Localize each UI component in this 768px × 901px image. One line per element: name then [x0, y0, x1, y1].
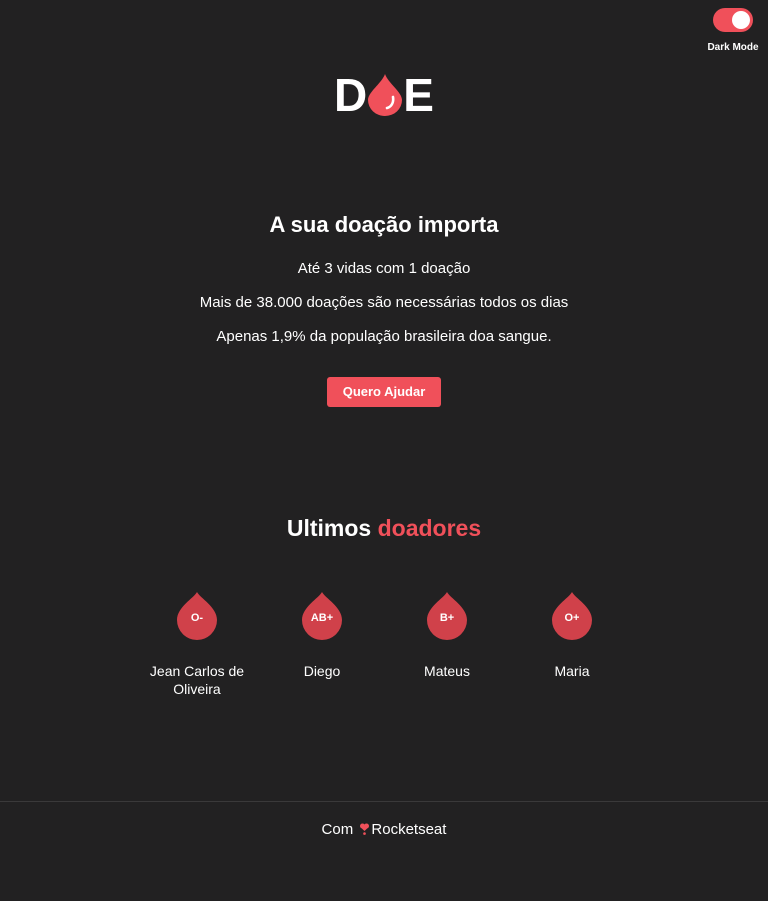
blood-drop-badge: B+ [426, 590, 468, 642]
dark-mode-label: Dark Mode [707, 42, 759, 53]
dark-mode-toggle-group: Dark Mode [707, 8, 759, 53]
footer-credit: Com Rocketseat [0, 821, 768, 839]
blood-type-label: O- [190, 612, 204, 624]
heart-icon [360, 823, 370, 835]
dark-mode-toggle[interactable] [713, 8, 753, 32]
donor-name: Maria [554, 663, 590, 679]
donor-name: Jean Carlos de Oliveira [149, 663, 245, 697]
donors-title: Ultimos doadores [0, 513, 768, 543]
quero-ajudar-button[interactable]: Quero Ajudar [326, 377, 442, 407]
donor-card: O- Jean Carlos de Oliveira [142, 590, 252, 698]
hero-line-population: Apenas 1,9% da população brasileira doa … [216, 328, 552, 345]
donors-list: O- Jean Carlos de Oliveira AB+ Diego B+ … [0, 590, 768, 710]
donor-name: Mateus [424, 663, 470, 679]
blood-type-label: AB+ [310, 612, 334, 624]
blood-drop-icon [368, 74, 403, 116]
blood-drop-badge: O- [176, 590, 218, 642]
hero-line-donations-needed: Mais de 38.000 doações são necessárias t… [199, 294, 569, 311]
logo-letter-d: D [334, 69, 368, 121]
toggle-knob [732, 11, 750, 29]
donors-title-accent: doadores [377, 515, 482, 541]
blood-drop-badge: O+ [551, 590, 593, 642]
hero-line-lives: Até 3 vidas com 1 doação [297, 260, 471, 277]
donors-title-main: Ultimos [286, 515, 372, 541]
hero-title: A sua doação importa [269, 212, 499, 237]
donor-name: Diego [303, 663, 341, 679]
logo-letter-e: E [403, 69, 434, 121]
donor-card: B+ Mateus [392, 590, 502, 680]
footer-prefix: Com [321, 821, 354, 838]
logo: D E [0, 72, 768, 118]
donor-card: O+ Maria [517, 590, 627, 680]
footer-brand: Rocketseat [371, 821, 447, 838]
blood-type-label: O+ [564, 612, 580, 624]
donor-card: AB+ Diego [267, 590, 377, 680]
blood-type-label: B+ [439, 612, 455, 624]
hero-section: A sua doação importa Até 3 vidas com 1 d… [0, 210, 768, 407]
blood-drop-badge: AB+ [301, 590, 343, 642]
footer: Com Rocketseat [0, 801, 768, 901]
